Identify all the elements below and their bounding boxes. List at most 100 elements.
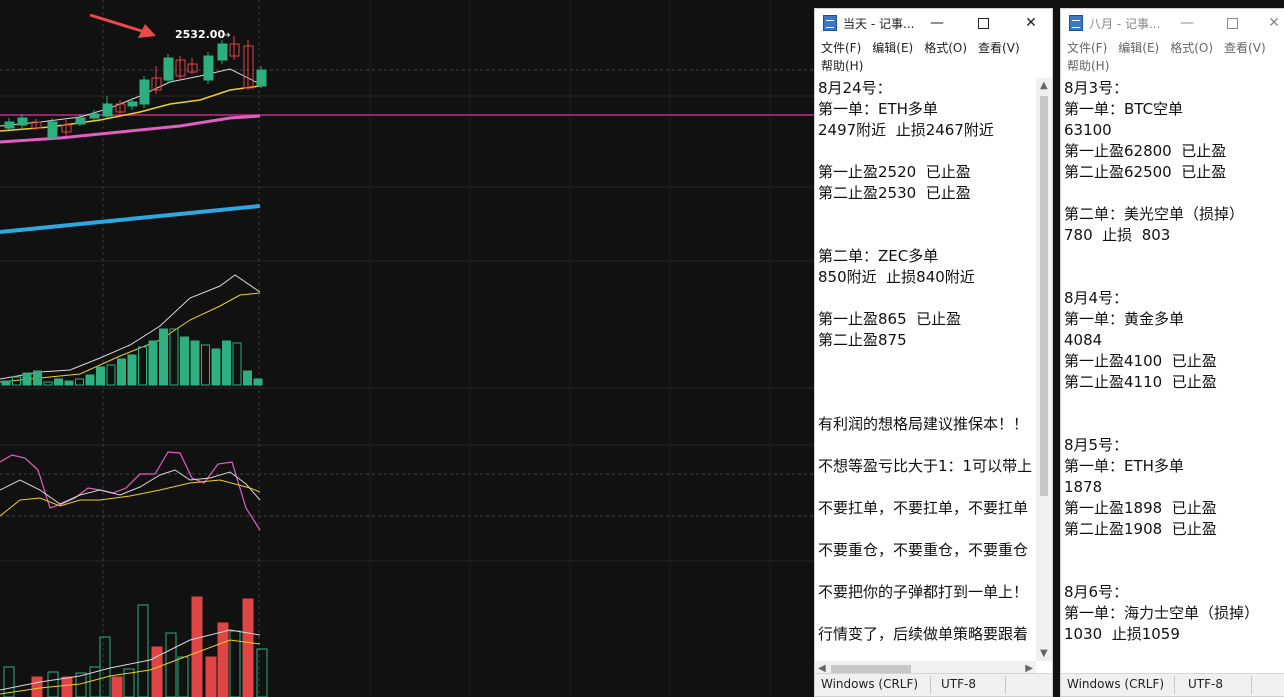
minimize-button[interactable]: — — [914, 9, 960, 37]
text-line — [818, 225, 1036, 246]
candle-body — [256, 69, 267, 87]
maximize-icon — [1226, 17, 1238, 29]
menu-format[interactable]: 格式(O) — [1170, 39, 1213, 57]
text-line — [818, 204, 1036, 225]
macd-histogram-bar — [64, 380, 74, 386]
text-line — [1064, 414, 1284, 435]
ma-yellow-line — [0, 85, 261, 132]
candle-body — [102, 103, 113, 117]
text-line: 不要把你的子弹都打到一单上！ — [818, 583, 1029, 601]
notepad-icon — [1069, 15, 1083, 31]
text-line: 1878 — [1064, 478, 1103, 496]
volume-bar — [31, 676, 43, 697]
macd-histogram-bar — [180, 336, 189, 386]
candle-body — [163, 57, 174, 81]
text-line — [818, 351, 1036, 372]
text-line — [818, 435, 1036, 456]
text-line: 第二单：ZEC多单 — [818, 247, 939, 265]
ma-white-line — [0, 68, 261, 127]
close-button[interactable]: ✕ — [1008, 9, 1054, 37]
menu-help[interactable]: 帮助(H) — [1067, 57, 1109, 75]
scroll-down-icon[interactable]: ▼ — [1040, 648, 1048, 659]
candle-body — [47, 121, 58, 139]
price-label-arrow-icon: → — [222, 30, 230, 41]
text-editor[interactable]: 8月24号： 第一单：ETH多单 2497附近 止损2467附近 第一止盈2520 … — [815, 78, 1036, 661]
candle-body — [4, 121, 15, 129]
volume-bar — [47, 671, 59, 697]
text-editor[interactable]: 8月3号： 第一单：BTC空单 63100 第一止盈62800 已止盈 第二止盈6250… — [1061, 78, 1284, 661]
maximize-button[interactable] — [1209, 9, 1255, 37]
text-line: 有利润的想格局建议推保本！！ — [818, 415, 1029, 433]
text-line — [818, 477, 1036, 498]
menu-file[interactable]: 文件(F) — [1067, 39, 1107, 57]
maximize-icon — [977, 17, 989, 29]
text-line: 第二止盈4110 已止盈 — [1064, 373, 1217, 391]
text-line — [1064, 540, 1284, 561]
volume-bar — [217, 622, 229, 697]
line-ending-status: Windows (CRLF) — [821, 677, 919, 691]
text-line: 8月24号： — [818, 79, 892, 97]
encoding-status: UTF-8 — [1188, 677, 1223, 691]
macd-histogram-bar — [106, 364, 116, 386]
text-line: 8月3号： — [1064, 79, 1129, 97]
minimize-button[interactable]: — — [1164, 9, 1210, 37]
text-line: 第一单：ETH多单 — [1064, 457, 1184, 475]
menu-view[interactable]: 查看(V) — [1224, 39, 1266, 57]
macd-histogram-bar — [232, 342, 242, 386]
close-button[interactable]: ✕ — [1251, 9, 1284, 37]
text-line: 第一止盈4100 已止盈 — [1064, 352, 1217, 370]
text-line — [818, 393, 1036, 414]
text-line: 不要扛单，不要扛单，不要扛单 — [818, 499, 1029, 517]
candle-body — [75, 117, 86, 125]
menu-format[interactable]: 格式(O) — [924, 39, 967, 57]
notepad-window-august[interactable]: 八月 - 记事... — ✕ 文件(F) 编辑(E) 格式(O) 查看(V) 帮助(H… — [1060, 8, 1284, 697]
menu-edit[interactable]: 编辑(E) — [872, 39, 913, 57]
macd-histogram-bar — [33, 370, 42, 386]
text-line: 第一单：海力士空单（损掉） — [1064, 604, 1260, 622]
vertical-scrollbar[interactable]: ▲ ▼ — [1036, 78, 1052, 661]
menu-file[interactable]: 文件(F) — [821, 39, 861, 57]
macd-histogram-bar — [222, 340, 231, 386]
window-title: 八月 - 记事... — [1089, 16, 1161, 31]
text-line — [1064, 267, 1284, 288]
scroll-up-icon[interactable]: ▲ — [1040, 80, 1048, 91]
text-line — [818, 288, 1036, 309]
macd-histogram-bar — [43, 381, 53, 386]
status-bar: Windows (CRLF) UTF-8 — [815, 673, 1052, 696]
text-line — [1064, 183, 1284, 204]
menu-view[interactable]: 查看(V) — [978, 39, 1020, 57]
text-line: 8月6号： — [1064, 583, 1129, 601]
volume-bar — [61, 676, 73, 697]
macd-histogram-bar — [201, 344, 210, 386]
encoding-status: UTF-8 — [941, 677, 976, 691]
macd-histogram-bar — [253, 378, 263, 386]
price-high-label: 2532.00 — [175, 28, 225, 41]
candlestick-chart[interactable]: 2532.00 → — [0, 0, 815, 697]
menu-edit[interactable]: 编辑(E) — [1118, 39, 1159, 57]
text-line: 第一单：ETH多单 — [818, 100, 938, 118]
text-line: 第二止盈1908 已止盈 — [1064, 520, 1217, 538]
text-line — [818, 372, 1036, 393]
menu-help[interactable]: 帮助(H) — [821, 57, 863, 75]
text-line: 第二单：美光空单（损掉） — [1064, 205, 1245, 223]
scroll-thumb[interactable] — [1040, 96, 1048, 496]
macd-histogram-bar — [54, 378, 63, 386]
text-line: 1030 止损1059 — [1064, 625, 1180, 643]
volume-bar — [205, 656, 217, 697]
macd-histogram-bar — [96, 366, 105, 386]
volume-bar — [242, 598, 254, 697]
macd-histogram-bar — [159, 328, 168, 386]
volume-bar — [137, 604, 149, 697]
status-divider — [1251, 676, 1252, 694]
text-line: 第一止盈62800 已止盈 — [1064, 142, 1227, 160]
notepad-window-today[interactable]: 当天 - 记事... — ✕ 文件(F) 编辑(E) 格式(O) 查看(V) 帮助(H… — [814, 8, 1053, 697]
hscroll-thumb[interactable] — [831, 665, 911, 673]
volume-bar — [191, 596, 203, 697]
text-line — [818, 603, 1036, 624]
macd-histogram-bar — [75, 378, 84, 386]
status-divider — [1005, 676, 1006, 694]
maximize-button[interactable] — [960, 9, 1006, 37]
text-line: 第一止盈1898 已止盈 — [1064, 499, 1217, 517]
macd-histogram-bar — [148, 340, 158, 386]
text-line — [1064, 393, 1284, 414]
